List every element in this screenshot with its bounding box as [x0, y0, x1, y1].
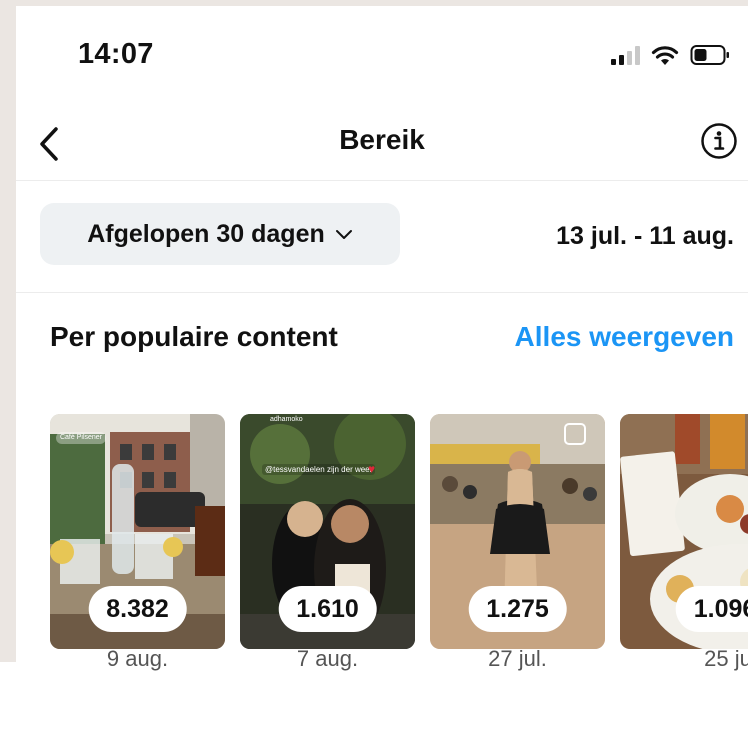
overlay-sticker: Café Pilsener — [56, 432, 106, 444]
reach-count: 1.096 — [675, 586, 748, 632]
reach-count: 1.275 — [468, 586, 567, 632]
content-card[interactable]: 1.275 — [430, 414, 605, 649]
status-icons — [611, 42, 730, 68]
header-divider — [16, 180, 748, 181]
post-date: 9 aug. — [106, 646, 169, 671]
section-title: Per populaire content — [50, 321, 338, 352]
period-dropdown[interactable]: Afgelopen 30 dagen — [40, 203, 400, 265]
show-all-link[interactable]: Alles weergeven — [515, 321, 734, 353]
info-icon[interactable] — [700, 122, 738, 160]
content-card[interactable]: Café Pilsener 8.382 — [50, 414, 225, 649]
content-card[interactable]: 1.096 — [620, 414, 748, 649]
page-title: Bereik — [339, 124, 425, 155]
username-overlay: adhamoko — [270, 416, 303, 423]
date-range: 13 jul. - 11 aug. — [556, 222, 734, 250]
post-date: 25 jul. — [704, 646, 748, 671]
wifi-icon — [651, 46, 679, 65]
outer-background — [0, 662, 16, 754]
post-date: 27 jul. — [488, 646, 547, 671]
battery-icon — [690, 45, 729, 65]
mention-sticker: @tessvandaelen zijn der weer — [262, 464, 376, 475]
period-label: Afgelopen 30 dagen — [87, 219, 325, 248]
content-card[interactable]: adhamoko @tessvandaelen zijn der weer ♥ … — [240, 414, 415, 649]
reach-count: 8.382 — [88, 586, 187, 632]
reach-count: 1.610 — [278, 586, 377, 632]
chevron-down-icon — [335, 230, 352, 239]
post-date: 7 aug. — [296, 646, 359, 671]
phone-screen: 14:07 Bereik Afgelopen 30 dagen 13 jul. … — [16, 6, 748, 754]
period-divider — [16, 292, 748, 293]
status-time: 14:07 — [78, 38, 154, 70]
heart-icon: ♥ — [368, 462, 376, 476]
cellular-signal-icon — [611, 45, 640, 65]
